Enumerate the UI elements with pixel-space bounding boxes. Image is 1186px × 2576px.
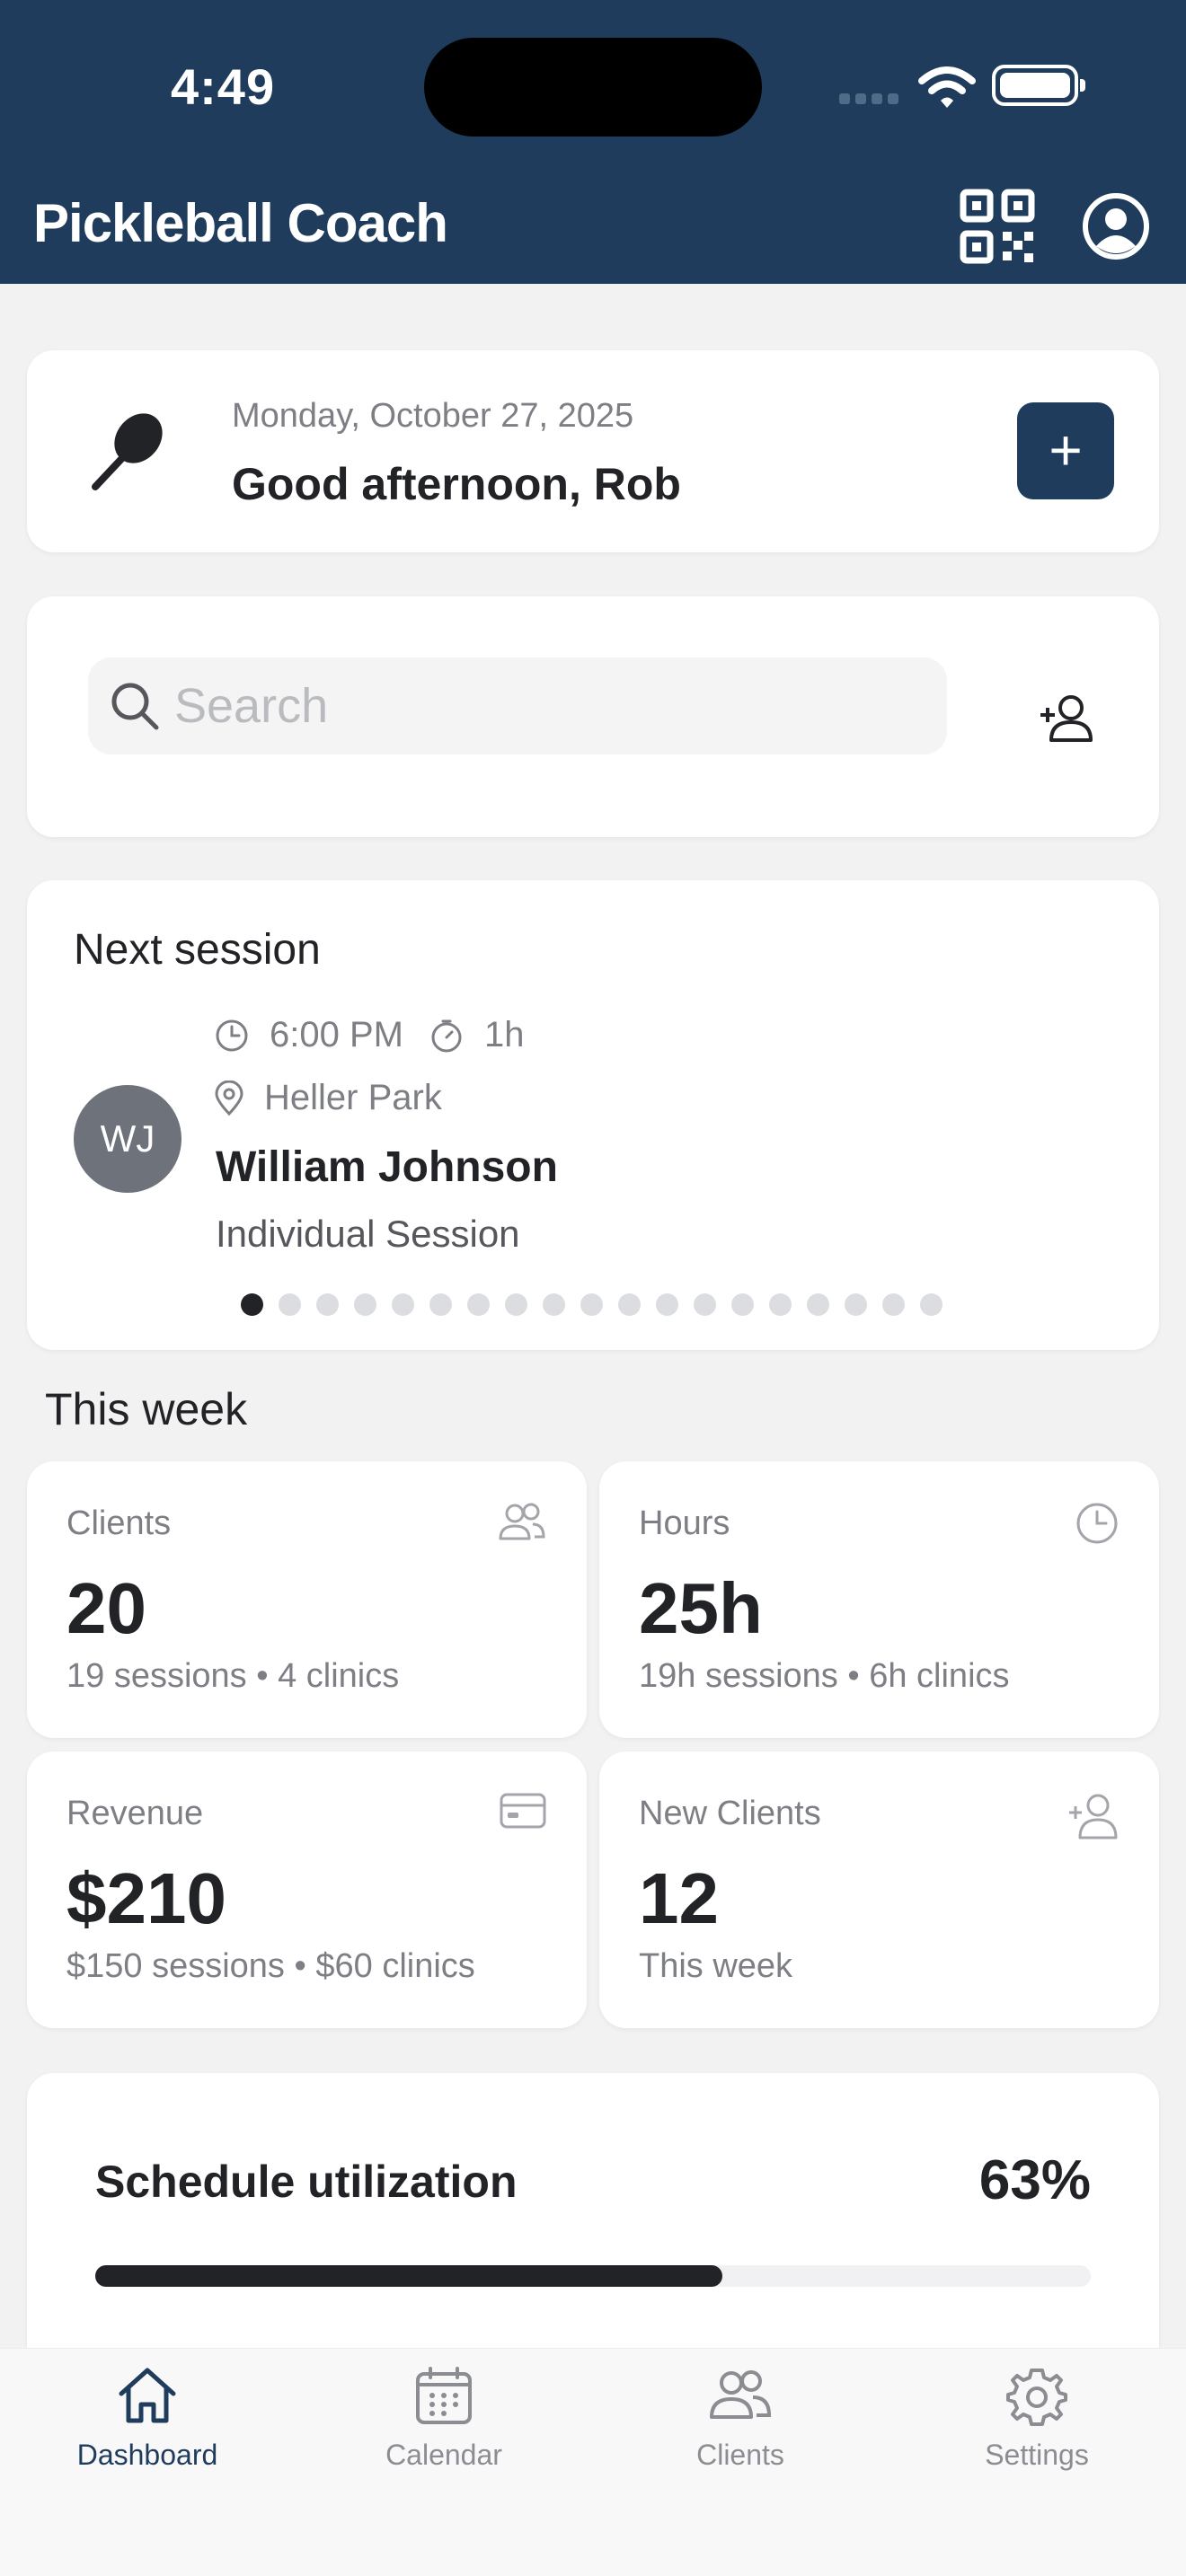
pager-dot[interactable] — [505, 1293, 527, 1316]
tab-calendar[interactable]: Calendar — [336, 2365, 552, 2472]
stat-card-revenue[interactable]: Revenue $210 $150 sessions • $60 clinics — [27, 1751, 587, 2028]
search-input[interactable] — [174, 674, 911, 738]
pager-dot[interactable] — [845, 1293, 867, 1316]
pager-dot[interactable] — [731, 1293, 754, 1316]
session-time: 6:00 PM — [270, 1015, 403, 1054]
week-section-title: This week — [45, 1384, 248, 1434]
add-client-icon[interactable] — [1039, 690, 1096, 747]
app-title: Pickleball Coach — [33, 193, 448, 253]
clock-icon — [216, 1019, 248, 1051]
current-date: Monday, October 27, 2025 — [232, 397, 634, 435]
stat-sub: 19 sessions • 4 clinics — [66, 1657, 400, 1695]
stat-card-clients[interactable]: Clients 20 19 sessions • 4 clinics — [27, 1461, 587, 1738]
stat-value: $210 — [66, 1858, 226, 1938]
tab-dashboard[interactable]: Dashboard — [40, 2365, 255, 2472]
pickleball-paddle-icon — [92, 413, 163, 490]
top-bar: 4:49 Pickleball Coach — [0, 0, 1186, 284]
session-type: Individual Session — [216, 1213, 520, 1255]
wifi-icon — [918, 66, 976, 108]
stat-label: New Clients — [639, 1795, 821, 1832]
tab-label: Clients — [696, 2439, 784, 2471]
user-circle-icon[interactable] — [1080, 190, 1152, 262]
session-time-row: 6:00 PM 1h — [214, 1015, 524, 1055]
users-icon — [710, 2370, 772, 2419]
timer-icon — [431, 1019, 462, 1052]
pager-dot[interactable] — [769, 1293, 792, 1316]
session-client-name: William Johnson — [216, 1143, 558, 1191]
search-box[interactable] — [88, 657, 947, 754]
cellular-signal-icon — [839, 93, 898, 104]
stat-value: 25h — [639, 1568, 763, 1648]
pager-dot[interactable] — [656, 1293, 678, 1316]
user-plus-icon — [1069, 1794, 1118, 1839]
pager-dot[interactable] — [392, 1293, 414, 1316]
tab-label: Settings — [985, 2439, 1089, 2471]
tab-clients[interactable]: Clients — [633, 2365, 848, 2472]
map-pin-icon — [215, 1080, 243, 1116]
utilization-progress-fill — [95, 2265, 723, 2287]
credit-card-icon — [500, 1793, 546, 1829]
utilization-label: Schedule utilization — [95, 2157, 518, 2207]
stat-sub: $150 sessions • $60 clinics — [66, 1947, 475, 1985]
status-time: 4:49 — [171, 58, 276, 115]
session-duration: 1h — [483, 1015, 525, 1054]
next-session-heading: Next session — [74, 926, 321, 974]
tab-label: Dashboard — [76, 2439, 218, 2471]
tab-label: Calendar — [385, 2439, 502, 2471]
gear-icon — [1006, 2369, 1067, 2426]
pager-dot[interactable] — [429, 1293, 452, 1316]
stat-label: Clients — [66, 1504, 172, 1542]
dynamic-island — [424, 38, 762, 137]
tab-settings[interactable]: Settings — [929, 2365, 1145, 2472]
pager-dot[interactable] — [580, 1293, 603, 1316]
tab-bar: Dashboard Calendar Clients Settings — [0, 2348, 1186, 2576]
stat-label: Hours — [639, 1504, 730, 1542]
search-icon — [111, 683, 159, 730]
stat-sub: This week — [639, 1947, 793, 1985]
add-session-button[interactable]: + — [1017, 402, 1114, 499]
pager-dot[interactable] — [354, 1293, 376, 1316]
clock-icon — [1076, 1503, 1118, 1544]
pager-dot[interactable] — [543, 1293, 565, 1316]
utilization-percent: 63% — [978, 2149, 1091, 2211]
pager-dot[interactable] — [618, 1293, 641, 1316]
battery-icon — [992, 65, 1085, 106]
session-pager[interactable] — [241, 1293, 943, 1316]
search-card — [27, 596, 1159, 837]
home-icon — [119, 2368, 176, 2423]
pager-dot[interactable] — [279, 1293, 301, 1316]
session-location: Heller Park — [264, 1078, 442, 1117]
pager-dot[interactable] — [316, 1293, 339, 1316]
pager-dot[interactable] — [467, 1293, 490, 1316]
users-icon — [499, 1503, 545, 1540]
pager-dot[interactable] — [920, 1293, 943, 1316]
pager-dot[interactable] — [807, 1293, 829, 1316]
next-session-card[interactable]: Next session 6:00 PM 1h Heller Park WJ W… — [27, 880, 1159, 1350]
stat-label: Revenue — [66, 1795, 204, 1832]
greeting-card: Monday, October 27, 2025 Good afternoon,… — [27, 350, 1159, 552]
stat-value: 20 — [66, 1568, 146, 1648]
calendar-icon — [416, 2367, 472, 2424]
pager-dot[interactable] — [241, 1293, 263, 1316]
utilization-progress-bar — [95, 2265, 1091, 2287]
qr-code-icon[interactable] — [960, 189, 1035, 264]
stat-card-hours[interactable]: Hours 25h 19h sessions • 6h clinics — [599, 1461, 1159, 1738]
session-location-row: Heller Park — [214, 1078, 442, 1118]
stat-card-new-clients[interactable]: New Clients 12 This week — [599, 1751, 1159, 2028]
stat-sub: 19h sessions • 6h clinics — [639, 1657, 1010, 1695]
client-avatar: WJ — [74, 1085, 181, 1193]
pager-dot[interactable] — [694, 1293, 716, 1316]
greeting-text: Good afternoon, Rob — [232, 459, 681, 509]
pager-dot[interactable] — [882, 1293, 905, 1316]
stat-value: 12 — [639, 1858, 719, 1938]
